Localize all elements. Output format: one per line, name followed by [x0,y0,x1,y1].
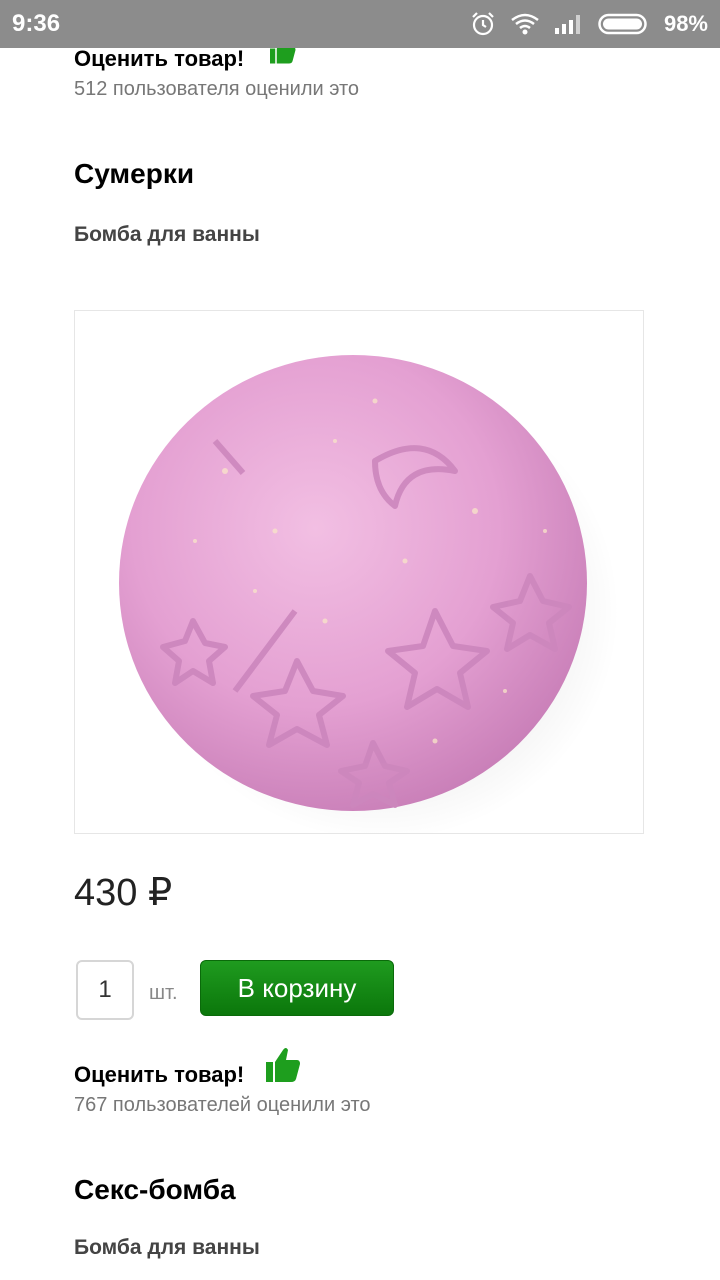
signal-icon [554,15,580,34]
bath-bomb-image [119,355,619,841]
product-image[interactable] [74,310,644,841]
product-title[interactable]: Сумерки [74,158,194,190]
thumbs-up-icon[interactable] [262,48,302,65]
rating-count: 512 пользователя оценили это [74,78,360,100]
rate-product-link[interactable]: Оценить товар! [74,48,244,72]
product-price: 430 ₽ [74,872,173,914]
quantity-unit: шт. [149,982,178,1004]
rating-count: 767 пользователей оценили это [74,1094,371,1116]
status-time: 9:36 [12,10,61,37]
product-list: Оценить товар! 512 пользователя оценили … [0,48,720,1280]
status-icons: 98% [470,8,708,40]
thumbs-up-icon[interactable] [262,1042,302,1086]
rating-row: Оценить товар! [74,1048,302,1088]
product-category: Бомба для ванны [74,223,260,246]
add-to-cart-button[interactable]: В корзину [200,960,394,1016]
wifi-icon [511,13,539,35]
alarm-icon [472,12,494,36]
battery-percent: 98% [663,11,708,36]
product-category: Бомба для ванны [74,1236,260,1259]
rate-product-link[interactable]: Оценить товар! [74,1062,244,1088]
product-title[interactable]: Секс-бомба [74,1174,236,1206]
battery-icon [598,13,647,35]
quantity-input[interactable]: 1 [76,960,134,1020]
rating-row: Оценить товар! [74,48,302,72]
status-bar: 9:36 98% [0,0,720,48]
